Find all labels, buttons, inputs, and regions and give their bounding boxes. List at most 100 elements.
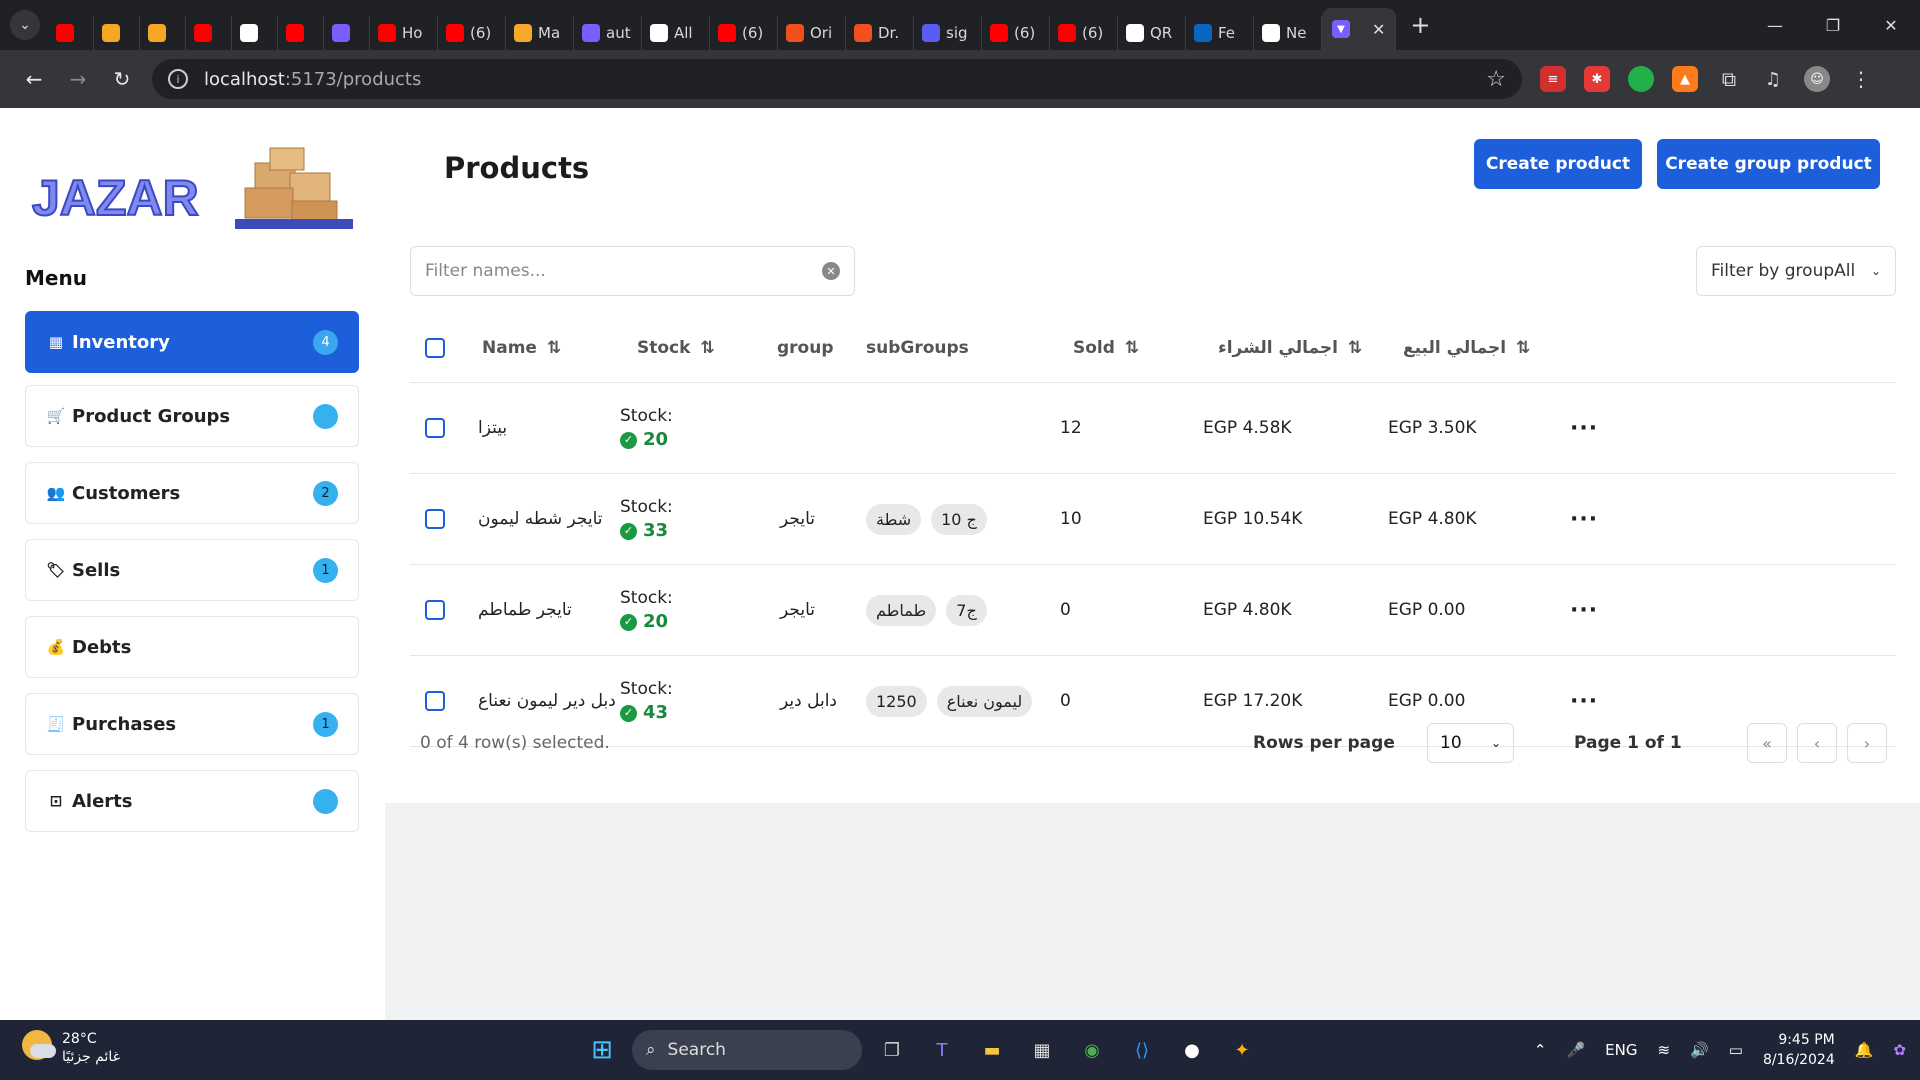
browser-menu-icon[interactable]: ⋮ [1848,66,1874,92]
row-actions-menu-icon[interactable]: ··· [1570,474,1598,564]
browser-tab[interactable]: (6) [1050,16,1118,50]
address-bar[interactable]: i localhost:5173/products ☆ [152,59,1522,99]
browser-tab[interactable]: Fe [1186,16,1254,50]
vscode-icon[interactable]: ⟨⟩ [1122,1030,1162,1070]
browser-tab[interactable]: (6) [710,16,778,50]
browser-tab[interactable] [140,16,186,50]
chrome-icon[interactable]: ◉ [1072,1030,1112,1070]
browser-tab[interactable]: Ne [1254,16,1322,50]
browser-tab[interactable] [186,16,232,50]
file-explorer-icon[interactable]: ▬ [972,1030,1012,1070]
media-control-icon[interactable]: ♫ [1760,66,1786,92]
sidebar-item-purchases[interactable]: 🧾 Purchases 1 [25,693,359,755]
reload-button[interactable]: ↻ [102,59,142,99]
davinci-icon[interactable]: ✦ [1222,1030,1262,1070]
store-icon[interactable]: ▦ [1022,1030,1062,1070]
sidebar-item-product-groups[interactable]: 🛒 Product Groups [25,385,359,447]
browser-tab[interactable] [324,16,370,50]
forward-button[interactable]: → [58,59,98,99]
table-row[interactable]: بيتزا Stock: ✓ 20 12 EGP 4.58K EGP 3.50K ··· [410,383,1896,474]
first-page-button[interactable]: « [1747,723,1787,763]
windows-start-icon[interactable]: ⊞ [582,1030,622,1070]
back-button[interactable]: ← [14,59,54,99]
tray-chevron-up-icon[interactable]: ⌃ [1534,1041,1547,1059]
browser-tab[interactable]: Ho [370,16,438,50]
language-indicator[interactable]: ENG [1605,1041,1637,1059]
notification-bell-icon[interactable]: 🔔 [1855,1041,1874,1059]
extensions-puzzle-icon[interactable]: ⧉ [1716,66,1742,92]
clear-filter-icon[interactable]: ✕ [822,262,840,280]
browser-tab[interactable]: aut [574,16,642,50]
sidebar-item-inventory[interactable]: ▦ Inventory 4 [25,311,359,373]
browser-tab[interactable]: Dr. [846,16,914,50]
filter-names-input[interactable]: Filter names... ✕ [410,246,855,296]
rows-per-page-select[interactable]: 10 ⌄ [1427,723,1514,763]
column-total-sale[interactable]: اجمالي البيع ⇅ [1403,313,1530,382]
close-window-button[interactable]: ✕ [1862,0,1920,50]
group-cell: تايجر [780,509,815,529]
row-checkbox[interactable] [425,418,445,438]
browser-tab[interactable]: All [642,16,710,50]
table-header: Name ⇅ Stock ⇅ group subGroups Sold ⇅ اجمال… [410,313,1896,383]
new-tab-button[interactable]: + [1410,11,1430,39]
column-name[interactable]: Name ⇅ [482,313,561,382]
sidebar-item-customers[interactable]: 👥 Customers 2 [25,462,359,524]
row-actions-menu-icon[interactable]: ··· [1570,383,1598,473]
next-page-button[interactable]: › [1847,723,1887,763]
task-view-icon[interactable]: ❐ [872,1030,912,1070]
row-checkbox[interactable] [425,691,445,711]
browser-tab[interactable]: Ma [506,16,574,50]
create-group-product-button[interactable]: Create group product [1657,139,1880,189]
extension-puzzle-red-icon[interactable]: ✱ [1584,66,1610,92]
row-actions-menu-icon[interactable]: ··· [1570,565,1598,655]
table-row[interactable]: تايجر طماطم Stock: ✓ 20 تايجر طماطم 7ج 0 EGP 4.8… [410,565,1896,656]
row-checkbox[interactable] [425,509,445,529]
browser-tab[interactable]: QR [1118,16,1186,50]
site-info-icon[interactable]: i [168,69,188,89]
microphone-icon[interactable]: 🎤 [1566,1041,1585,1059]
sold-cell: 10 [1060,509,1082,529]
browser-tab[interactable] [48,16,94,50]
sidebar-item-debts[interactable]: 💰 Debts [25,616,359,678]
browser-tab[interactable] [94,16,140,50]
row-checkbox[interactable] [425,600,445,620]
extension-fox-icon[interactable]: ▲ [1672,66,1698,92]
wifi-icon[interactable]: ≋ [1657,1041,1670,1059]
battery-icon[interactable]: ▭ [1729,1041,1743,1059]
teams-icon[interactable]: T [922,1030,962,1070]
taskbar-search-label: Search [667,1040,726,1060]
browser-tab[interactable]: Ori [778,16,846,50]
select-all-checkbox[interactable] [425,337,445,358]
copilot-icon[interactable]: ✿ [1893,1041,1906,1059]
close-tab-icon[interactable]: ✕ [1372,20,1385,39]
sidebar-item-alerts[interactable]: ⊡ Alerts [25,770,359,832]
page-indicator: Page 1 of 1 [1574,733,1682,753]
clock[interactable]: 9:45 PM 8/16/2024 [1763,1030,1835,1070]
column-sold[interactable]: Sold ⇅ [1073,313,1139,382]
app-icon[interactable]: ● [1172,1030,1212,1070]
restore-button[interactable]: ❐ [1804,0,1862,50]
create-product-button[interactable]: Create product [1474,139,1642,189]
browser-tab[interactable] [278,16,324,50]
extension-green-dot-icon[interactable] [1628,66,1654,92]
browser-tab[interactable]: sig [914,16,982,50]
group-filter-dropdown[interactable]: Filter by groupAll ⌄ [1696,246,1896,296]
browser-tab[interactable]: (6) [982,16,1050,50]
previous-page-button[interactable]: ‹ [1797,723,1837,763]
volume-icon[interactable]: 🔊 [1690,1041,1709,1059]
taskbar-search[interactable]: ⌕ Search [632,1030,862,1070]
browser-tab[interactable]: (6) [438,16,506,50]
column-stock[interactable]: Stock ⇅ [637,313,715,382]
bookmark-star-icon[interactable]: ☆ [1486,67,1506,92]
stock-label: Stock: [620,497,673,517]
browser-tab-active[interactable]: ▼ ✕ [1322,8,1397,50]
column-total-purchase[interactable]: اجمالي الشراء ⇅ [1218,313,1362,382]
extension-todoist-icon[interactable]: ≡ [1540,66,1566,92]
browser-tab[interactable] [232,16,278,50]
sidebar-item-sells[interactable]: 🏷 Sells 1 [25,539,359,601]
weather-widget[interactable]: 28°C غائم جزئيًا [22,1030,120,1066]
profile-avatar[interactable]: ☺ [1804,66,1830,92]
table-row[interactable]: تايجر شطه ليمون Stock: ✓ 33 تايجر شطة ج 10 10 EG… [410,474,1896,565]
minimize-button[interactable]: — [1746,0,1804,50]
tab-search-menu-button[interactable]: ⌄ [10,10,40,40]
